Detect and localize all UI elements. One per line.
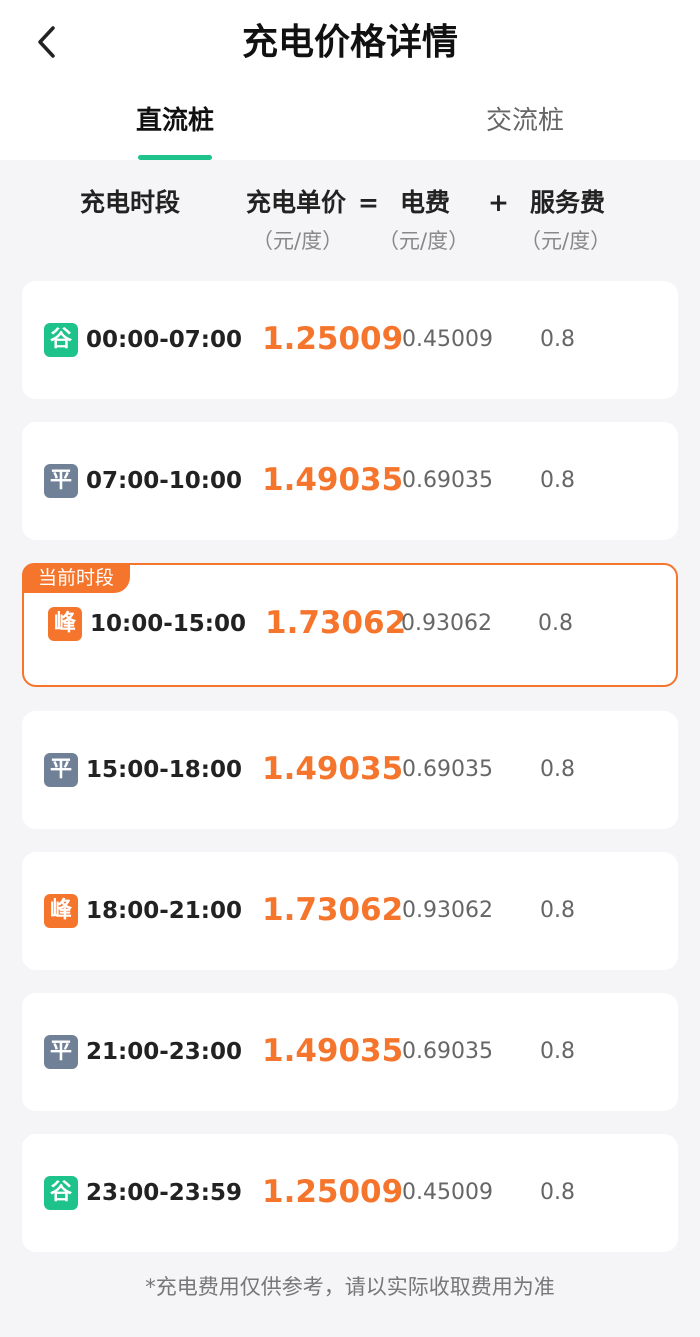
- unit-price: 1.49035: [262, 751, 404, 787]
- time-period: 00:00-07:00: [86, 327, 242, 353]
- unit-price: 1.49035: [262, 1033, 404, 1069]
- unit-price: 1.25009: [262, 1174, 404, 1210]
- price-row: 平 21:00-23:00 1.49035 0.69035 0.8: [22, 993, 678, 1111]
- time-period: 07:00-10:00: [86, 468, 242, 494]
- electricity-fee: 0.93062: [402, 898, 493, 923]
- unit-price: 1.73062: [265, 605, 407, 641]
- service-fee: 0.8: [540, 468, 575, 493]
- service-fee: 0.8: [540, 757, 575, 782]
- tab-dc-label: 直流桩: [135, 106, 214, 136]
- service-fee: 0.8: [540, 1039, 575, 1064]
- time-period: 21:00-23:00: [86, 1039, 242, 1065]
- column-service: 服务费: [530, 188, 606, 217]
- equals-sign: =: [358, 188, 379, 217]
- service-fee: 0.8: [540, 898, 575, 923]
- column-period: 充电时段: [80, 188, 181, 217]
- service-fee: 0.8: [540, 1180, 575, 1205]
- valley-badge: 谷: [44, 1176, 78, 1210]
- peak-badge: 峰: [44, 894, 78, 928]
- unit-price: 1.49035: [262, 462, 404, 498]
- unit-price-unit: （元/度）: [252, 229, 344, 253]
- unit-price: 1.73062: [262, 892, 404, 928]
- price-row: 谷 23:00-23:59 1.25009 0.45009 0.8: [22, 1134, 678, 1252]
- electricity-unit: （元/度）: [378, 229, 470, 253]
- flat-badge: 平: [44, 753, 78, 787]
- price-row-current: 当前时段 峰 10:00-15:00 1.73062 0.93062 0.8: [22, 563, 678, 687]
- price-row: 平 07:00-10:00 1.49035 0.69035 0.8: [22, 422, 678, 540]
- time-period: 10:00-15:00: [90, 611, 246, 637]
- disclaimer-note: *充电费用仅供参考，请以实际收取费用为准: [145, 1275, 555, 1299]
- time-period: 23:00-23:59: [86, 1180, 242, 1206]
- service-fee: 0.8: [540, 327, 575, 352]
- top-bar: 充电价格详情 直流桩 交流桩: [0, 0, 700, 160]
- flat-badge: 平: [44, 1035, 78, 1069]
- time-period: 15:00-18:00: [86, 757, 242, 783]
- plus-sign: +: [488, 188, 509, 217]
- tab-ac[interactable]: 交流桩: [460, 98, 590, 160]
- electricity-fee: 0.69035: [402, 468, 493, 493]
- price-row: 平 15:00-18:00 1.49035 0.69035 0.8: [22, 711, 678, 829]
- electricity-fee: 0.69035: [402, 1039, 493, 1064]
- tab-dc[interactable]: 直流桩: [110, 98, 240, 160]
- column-header: 充电时段 充电单价 = 电费 + 服务费 （元/度） （元/度） （元/度）: [0, 160, 700, 280]
- column-unit-price: 充电单价: [246, 188, 347, 217]
- column-electricity: 电费: [400, 188, 451, 217]
- service-unit: （元/度）: [520, 229, 612, 253]
- tab-ac-label: 交流桩: [485, 106, 564, 136]
- time-period: 18:00-21:00: [86, 898, 242, 924]
- price-row: 峰 18:00-21:00 1.73062 0.93062 0.8: [22, 852, 678, 970]
- electricity-fee: 0.45009: [402, 327, 493, 352]
- electricity-fee: 0.93062: [401, 611, 492, 636]
- flat-badge: 平: [44, 464, 78, 498]
- page-title: 充电价格详情: [241, 22, 458, 63]
- current-period-tag: 当前时段: [22, 563, 131, 593]
- price-row: 谷 00:00-07:00 1.25009 0.45009 0.8: [22, 281, 678, 399]
- electricity-fee: 0.45009: [402, 1180, 493, 1205]
- peak-badge: 峰: [48, 607, 82, 641]
- valley-badge: 谷: [44, 323, 78, 357]
- service-fee: 0.8: [538, 611, 573, 636]
- electricity-fee: 0.69035: [402, 757, 493, 782]
- unit-price: 1.25009: [262, 321, 404, 357]
